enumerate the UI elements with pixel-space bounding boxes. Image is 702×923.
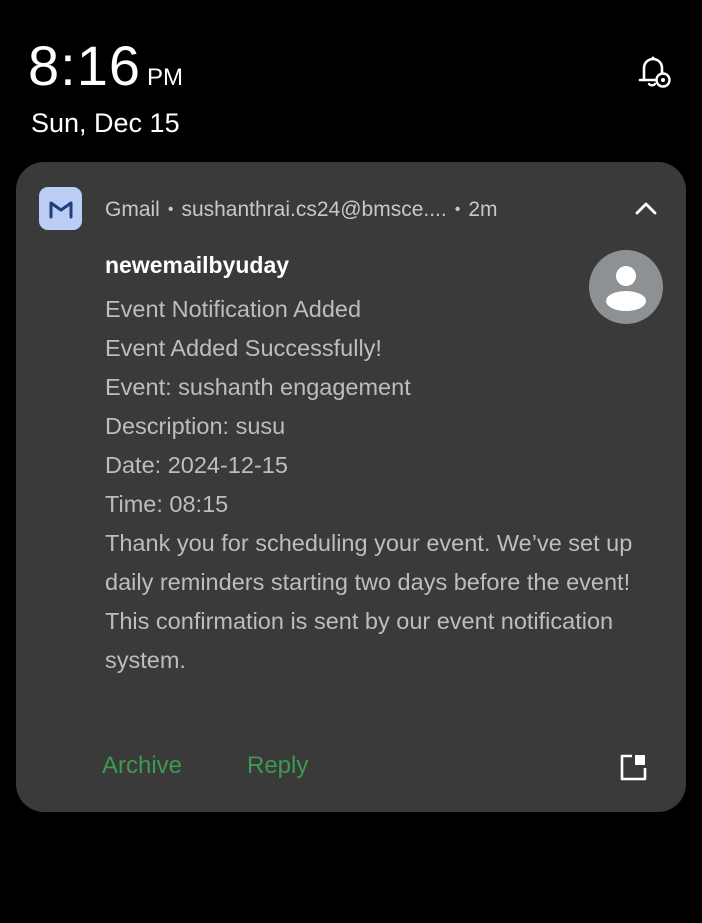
open-in-window-icon[interactable] — [618, 752, 648, 782]
clock-ampm: PM — [147, 64, 183, 91]
message-line: This confirmation is sent by our event n… — [105, 608, 614, 673]
message-line: Event Added Successfully! — [105, 335, 382, 361]
app-name: Gmail — [105, 198, 160, 221]
notification-card[interactable]: Gmail • sushanthrai.cs24@bmsce.... • 2m … — [16, 162, 686, 812]
status-time: 8:16 PM — [28, 38, 183, 94]
message-line: Date: 2024-12-15 — [105, 452, 288, 478]
clock-time: 8:16 — [28, 34, 141, 97]
sender-name: newemailbyuday — [105, 252, 290, 278]
bell-settings-icon[interactable] — [630, 49, 674, 93]
status-date: Sun, Dec 15 — [31, 108, 180, 138]
chevron-up-icon[interactable] — [631, 196, 661, 222]
separator-dot: • — [454, 201, 461, 218]
message-line: Event: sushanth engagement — [105, 374, 411, 400]
message-line: Description: susu — [105, 413, 286, 439]
separator-dot: • — [167, 201, 174, 218]
gmail-icon — [39, 187, 82, 230]
account-email: sushanthrai.cs24@bmsce.... — [181, 198, 447, 221]
notification-age: 2m — [468, 198, 498, 221]
message-line: Event Notification Added — [105, 296, 362, 322]
message-body: Event Notification Added Event Added Suc… — [105, 290, 650, 680]
message-line: Time: 08:15 — [105, 491, 229, 517]
notification-header: Gmail • sushanthrai.cs24@bmsce.... • 2m — [105, 198, 498, 222]
reply-button[interactable]: Reply — [247, 752, 308, 780]
archive-button[interactable]: Archive — [102, 752, 182, 780]
message-line: Thank you for scheduling your event. We’… — [105, 530, 633, 595]
